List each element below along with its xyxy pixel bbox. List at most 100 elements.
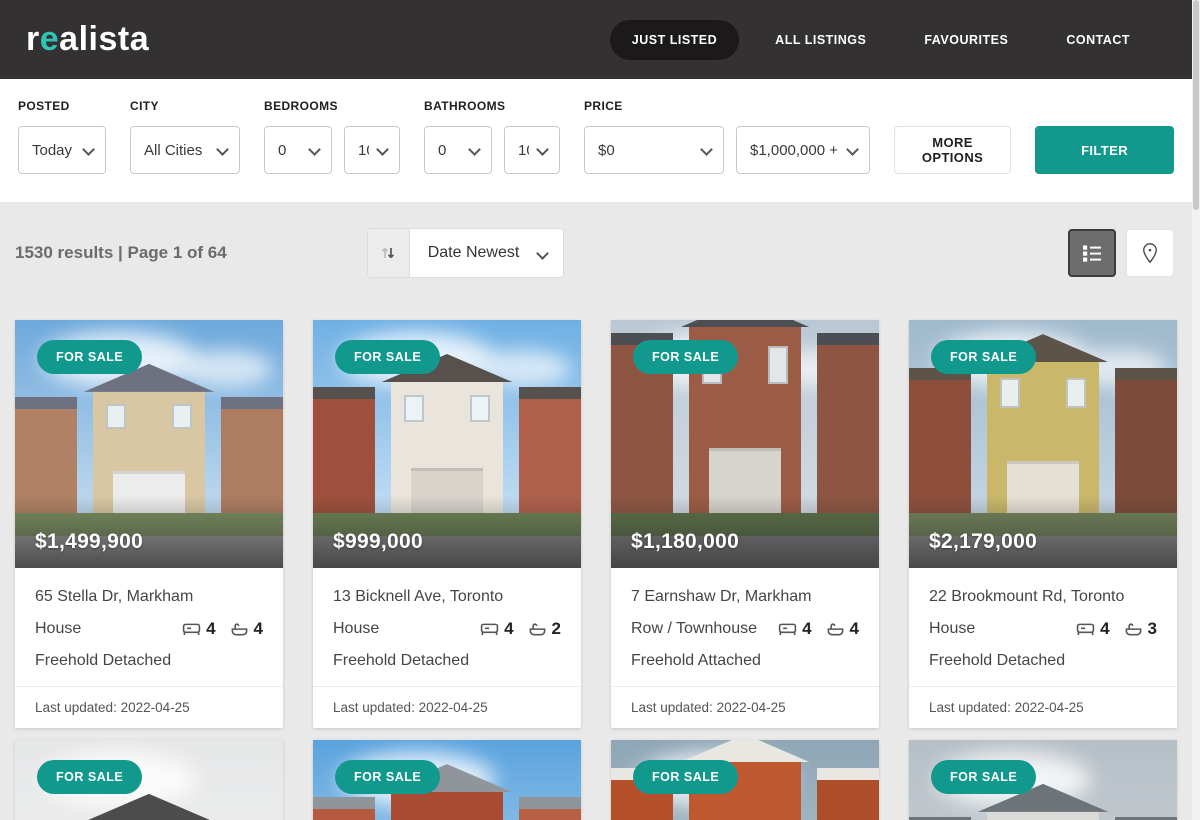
nav-item-favourites[interactable]: FAVOURITES xyxy=(902,20,1030,60)
page-scrollbar xyxy=(1192,0,1200,820)
price-max-wrap: $1,000,000 + xyxy=(736,126,870,174)
sort-control[interactable]: Date Newest xyxy=(367,228,565,278)
listing-type: House xyxy=(35,620,81,638)
results-bar: 1530 results | Page 1 of 64 Date Newest xyxy=(0,202,1192,278)
bathrooms-max-select[interactable]: 10 xyxy=(504,126,560,174)
bathrooms-min-wrap: 0 xyxy=(424,126,492,174)
sort-direction-icon xyxy=(380,245,396,261)
scrollbar-thumb[interactable] xyxy=(1193,0,1199,210)
baths-value: 4 xyxy=(254,619,263,639)
listing-card[interactable]: FOR SALE xyxy=(313,740,581,820)
price-max-select[interactable]: $1,000,000 + xyxy=(736,126,870,174)
for-sale-badge: FOR SALE xyxy=(335,760,440,794)
bath-icon xyxy=(528,622,547,637)
listing-details: 7 Earnshaw Dr, Markham Row / Townhouse 4… xyxy=(611,568,879,686)
for-sale-badge: FOR SALE xyxy=(633,760,738,794)
baths-value: 2 xyxy=(552,619,561,639)
beds-value: 4 xyxy=(802,619,811,639)
map-view-button[interactable] xyxy=(1126,229,1174,277)
listings-grid: FOR SALE $1,499,900 65 Stella Dr, Markha… xyxy=(15,320,1177,820)
listing-card[interactable]: FOR SALE $1,180,000 7 Earnshaw Dr, Markh… xyxy=(611,320,879,728)
listing-tenure: Freehold Detached xyxy=(35,652,263,670)
listing-card[interactable]: FOR SALE xyxy=(909,740,1177,820)
listing-card[interactable]: FOR SALE $2,179,000 22 Brookmount Rd, To… xyxy=(909,320,1177,728)
listing-photo: FOR SALE xyxy=(313,740,581,820)
posted-select-wrap: Today xyxy=(18,126,106,174)
beds-count: 4 xyxy=(182,619,215,639)
bedrooms-max-wrap: 10 xyxy=(344,126,400,174)
listing-card[interactable]: FOR SALE $1,499,900 65 Stella Dr, Markha… xyxy=(15,320,283,728)
beds-count: 4 xyxy=(778,619,811,639)
for-sale-badge: FOR SALE xyxy=(931,340,1036,374)
city-select[interactable]: All Cities xyxy=(130,126,240,174)
for-sale-badge: FOR SALE xyxy=(37,340,142,374)
listing-type: House xyxy=(929,620,975,638)
baths-value: 3 xyxy=(1148,619,1157,639)
logo-text: alista xyxy=(59,20,149,58)
beds-count: 4 xyxy=(480,619,513,639)
listing-card[interactable]: FOR SALE xyxy=(15,740,283,820)
bath-icon xyxy=(1124,622,1143,637)
main-nav: JUST LISTED ALL LISTINGS FAVOURITES CONT… xyxy=(610,20,1152,60)
bedrooms-min-wrap: 0 xyxy=(264,126,332,174)
filter-group-bedrooms: BEDROOMS 0 10 xyxy=(264,99,400,174)
results-summary: 1530 results | Page 1 of 64 xyxy=(15,243,227,263)
listing-photo: FOR SALE xyxy=(909,740,1177,820)
brand-logo[interactable]: realista xyxy=(26,20,149,59)
filter-button[interactable]: FILTER xyxy=(1035,126,1174,174)
baths-count: 2 xyxy=(528,619,561,639)
listing-photo: FOR SALE xyxy=(611,740,879,820)
for-sale-badge: FOR SALE xyxy=(931,760,1036,794)
map-pin-icon xyxy=(1140,242,1160,264)
bed-icon xyxy=(1076,622,1095,637)
for-sale-badge: FOR SALE xyxy=(633,340,738,374)
baths-value: 4 xyxy=(850,619,859,639)
listing-photo: FOR SALE xyxy=(15,740,283,820)
filter-group-city: CITY All Cities xyxy=(130,99,240,174)
more-options-button[interactable]: MORE OPTIONS xyxy=(894,126,1011,174)
listing-price: $1,180,000 xyxy=(631,530,739,554)
nav-item-all-listings[interactable]: ALL LISTINGS xyxy=(753,20,888,60)
bathrooms-min-select[interactable]: 0 xyxy=(424,126,492,174)
bath-icon xyxy=(826,622,845,637)
listing-tenure: Freehold Detached xyxy=(333,652,561,670)
listing-type: House xyxy=(333,620,379,638)
price-min-select[interactable]: $0 xyxy=(584,126,724,174)
filter-label-posted: POSTED xyxy=(18,99,106,113)
nav-item-contact[interactable]: CONTACT xyxy=(1044,20,1152,60)
baths-count: 4 xyxy=(230,619,263,639)
filter-group-price: PRICE $0 $1,000,000 + xyxy=(584,99,870,174)
bedrooms-max-select[interactable]: 10 xyxy=(344,126,400,174)
nav-item-just-listed[interactable]: JUST LISTED xyxy=(610,20,739,60)
listing-address: 7 Earnshaw Dr, Markham xyxy=(631,588,859,606)
filter-panel: POSTED Today CITY All Cities BEDROOMS 0 … xyxy=(0,79,1192,202)
logo-accent-letter: e xyxy=(40,20,59,58)
header: realista JUST LISTED ALL LISTINGS FAVOUR… xyxy=(0,0,1192,79)
sort-direction-button[interactable] xyxy=(368,229,410,277)
for-sale-badge: FOR SALE xyxy=(37,760,142,794)
beds-value: 4 xyxy=(1100,619,1109,639)
posted-select[interactable]: Today xyxy=(18,126,106,174)
filter-group-bathrooms: BATHROOMS 0 10 xyxy=(424,99,560,174)
baths-count: 3 xyxy=(1124,619,1157,639)
listing-updated: Last updated: 2022-04-25 xyxy=(909,686,1177,728)
listing-address: 65 Stella Dr, Markham xyxy=(35,588,263,606)
sort-dropdown[interactable]: Date Newest xyxy=(410,229,564,277)
listing-card[interactable]: FOR SALE xyxy=(611,740,879,820)
beds-value: 4 xyxy=(206,619,215,639)
view-toggles xyxy=(1068,229,1174,277)
filter-group-posted: POSTED Today xyxy=(18,99,106,174)
filter-label-price: PRICE xyxy=(584,99,870,113)
listing-updated: Last updated: 2022-04-25 xyxy=(15,686,283,728)
logo-text: r xyxy=(26,20,40,58)
filter-label-city: CITY xyxy=(130,99,240,113)
bath-icon xyxy=(230,622,249,637)
bed-icon xyxy=(778,622,797,637)
listing-photo: FOR SALE $1,499,900 xyxy=(15,320,283,568)
for-sale-badge: FOR SALE xyxy=(335,340,440,374)
bedrooms-min-select[interactable]: 0 xyxy=(264,126,332,174)
list-view-button[interactable] xyxy=(1068,229,1116,277)
listing-details: 22 Brookmount Rd, Toronto House 4 3 xyxy=(909,568,1177,686)
bathrooms-max-wrap: 10 xyxy=(504,126,560,174)
listing-card[interactable]: FOR SALE $999,000 13 Bicknell Ave, Toron… xyxy=(313,320,581,728)
